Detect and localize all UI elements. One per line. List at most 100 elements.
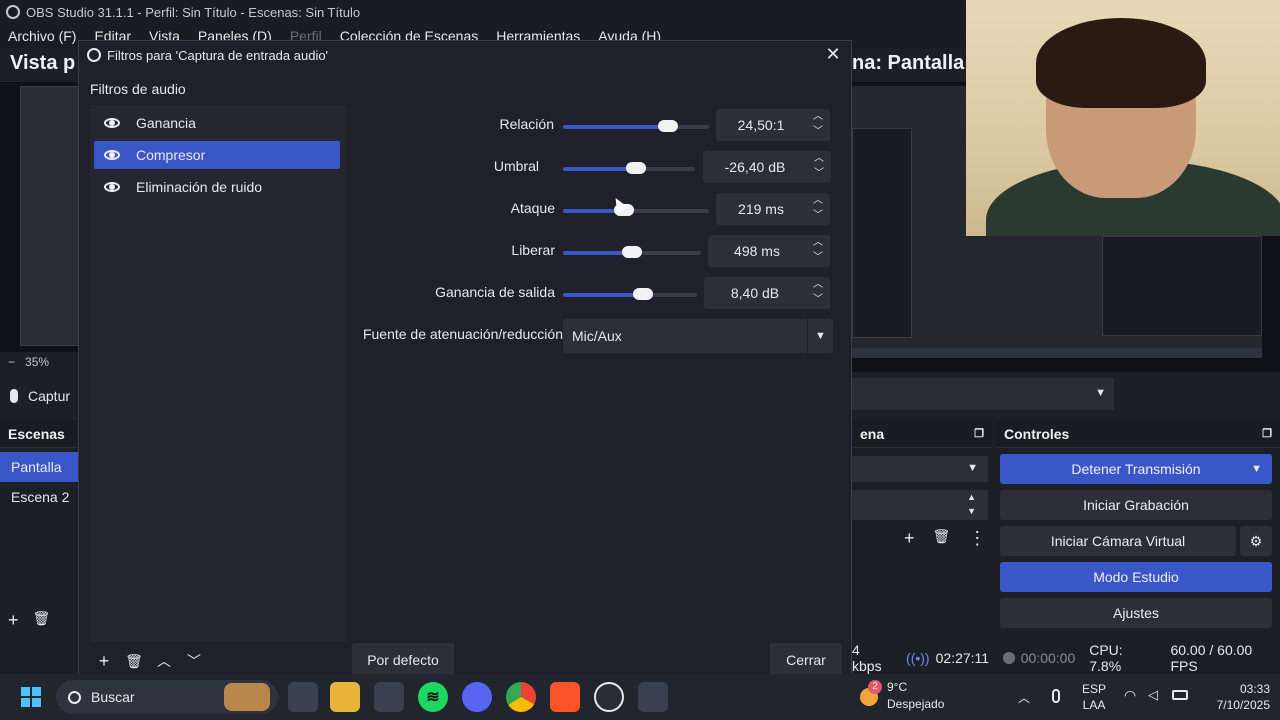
chevron-up-icon[interactable]: ︿ (811, 152, 827, 166)
status-bar: 4 kbps ((•)) 02:27:11 00:00:00 CPU: 7.8%… (852, 642, 1280, 674)
close-icon[interactable]: ✕ (823, 44, 843, 64)
umbral-slider[interactable] (563, 162, 695, 174)
stop-stream-button[interactable]: Detener Transmisión ▼ (1000, 454, 1272, 484)
eye-icon[interactable] (104, 118, 120, 128)
trash-icon[interactable]: 🗑 (933, 528, 951, 549)
scenes-header: Escenas (0, 420, 80, 448)
clock[interactable]: 03:33 7/10/2025 (1202, 682, 1270, 712)
audio-source-row[interactable]: Captur (0, 376, 80, 416)
chevron-down-icon[interactable]: ▼ (807, 319, 833, 353)
ataque-slider[interactable] (563, 204, 709, 216)
add-scene-icon[interactable]: + (8, 610, 19, 631)
chevron-up-icon[interactable]: ︿ (810, 236, 826, 250)
defaults-button[interactable]: Por defecto (352, 643, 454, 677)
record-time: 00:00:00 (1020, 650, 1076, 666)
weather-widget[interactable]: 2 9°C Despejado (860, 680, 960, 714)
scene-item-pantalla[interactable]: Pantalla (0, 452, 80, 482)
eye-icon[interactable] (104, 182, 120, 192)
chrome-icon[interactable] (506, 682, 536, 712)
property-relacion: Relación 24,50:1 ︿ ﹀ (347, 109, 851, 143)
property-ganancia-salida: Ganancia de salida 8,40 dB ︿ ﹀ (347, 277, 851, 311)
move-down-icon[interactable]: ﹀ (182, 649, 206, 673)
filter-item-compresor[interactable]: Compresor (94, 141, 340, 169)
taskbar-search[interactable]: Buscar (56, 680, 278, 714)
chevron-down-icon[interactable]: ﹀ (810, 125, 826, 139)
chevron-up-icon[interactable]: ︿ (810, 194, 826, 208)
volume-icon[interactable]: ◁ (1148, 687, 1158, 703)
battery-icon[interactable] (1172, 690, 1188, 700)
filter-item-ganancia[interactable]: Ganancia (94, 109, 340, 137)
discord-icon[interactable] (462, 682, 492, 712)
mixer-spin[interactable]: ▲ ▼ (852, 490, 988, 520)
source-selector[interactable]: ▼ (852, 378, 1114, 410)
sidechain-source-select[interactable]: Mic/Aux ▼ (563, 319, 833, 353)
bitrate: 4 kbps (852, 642, 882, 674)
zoom-out-button[interactable]: − (8, 355, 15, 369)
add-filter-icon[interactable]: + (92, 649, 116, 673)
property-label: Liberar (511, 242, 555, 258)
ataque-spinbox[interactable]: 219 ms ︿ ﹀ (716, 193, 830, 225)
slider-handle[interactable] (622, 246, 642, 258)
remove-filter-icon[interactable]: 🗑 (122, 649, 146, 673)
gear-icon[interactable]: ⚙ (1240, 526, 1272, 556)
settings-button[interactable]: Ajustes (1000, 598, 1272, 628)
mixer-select[interactable]: ▼ (852, 456, 988, 482)
microsoft-store-icon[interactable] (374, 682, 404, 712)
obs-taskbar-icon[interactable] (594, 682, 624, 712)
brave-icon[interactable] (550, 682, 580, 712)
eye-icon[interactable] (104, 150, 120, 160)
ganancia-salida-spinbox[interactable]: 8,40 dB ︿ ﹀ (704, 277, 830, 309)
slider-handle[interactable] (658, 120, 678, 132)
remove-scene-icon[interactable]: 🗑 (33, 610, 51, 631)
weather-desc: Despejado (887, 697, 945, 711)
studio-mode-button[interactable]: Modo Estudio (1000, 562, 1272, 592)
mixer-dock: ena ❐ ▼ ▲ ▼ + 🗑 ⋮ (852, 420, 992, 638)
mixer-header: ena ❐ (852, 420, 992, 448)
start-virtual-camera-button[interactable]: Iniciar Cámara Virtual (1000, 526, 1236, 556)
chevron-up-icon[interactable]: ︿ (810, 278, 826, 292)
filter-label: Compresor (136, 147, 206, 163)
language-indicator[interactable]: ESP LAA (1082, 682, 1106, 712)
chevron-up-icon[interactable]: ︿ (1018, 689, 1030, 706)
undock-icon[interactable]: ❐ (1262, 427, 1272, 440)
slider-handle[interactable] (626, 162, 646, 174)
mixer-header-label: ena (860, 425, 885, 442)
add-icon[interactable]: + (904, 528, 915, 549)
file-explorer-icon[interactable] (330, 682, 360, 712)
chevron-down-icon[interactable]: ﹀ (810, 251, 826, 265)
undock-icon[interactable]: ❐ (974, 427, 984, 440)
more-icon[interactable]: ⋮ (968, 528, 986, 549)
umbral-spinbox[interactable]: -26,40 dB ︿ ﹀ (703, 151, 831, 183)
start-recording-button[interactable]: Iniciar Grabación (1000, 490, 1272, 520)
task-view-icon[interactable] (288, 682, 318, 712)
select-value: Mic/Aux (572, 328, 622, 344)
microphone-icon[interactable] (1052, 689, 1060, 703)
menu-archivo[interactable]: Archivo (F) (8, 28, 76, 44)
chevron-up-icon[interactable]: ︿ (810, 110, 826, 124)
spotify-icon[interactable]: ≋ (418, 682, 448, 712)
scene-item-escena-2[interactable]: Escena 2 (0, 482, 80, 512)
clock-time: 03:33 (1239, 682, 1270, 696)
chevron-down-icon[interactable]: ﹀ (810, 293, 826, 307)
move-up-icon[interactable]: ︿ (152, 649, 176, 673)
liberar-slider[interactable] (563, 246, 701, 258)
chevron-down-icon[interactable]: ﹀ (811, 167, 827, 181)
slider-handle[interactable] (633, 288, 653, 300)
fps: 60.00 / 60.00 FPS (1170, 642, 1253, 674)
obs-window-title: OBS Studio 31.1.1 - Perfil: Sin Título -… (26, 4, 361, 20)
ganancia-salida-slider[interactable] (563, 288, 697, 300)
webcam-overlay (966, 0, 1280, 236)
windows-start-icon[interactable] (16, 682, 46, 712)
relacion-spinbox[interactable]: 24,50:1 ︿ ﹀ (716, 109, 830, 141)
chevron-down-icon[interactable]: ﹀ (810, 209, 826, 223)
relacion-slider[interactable] (563, 120, 709, 132)
app-icon[interactable] (638, 682, 668, 712)
property-liberar: Liberar 498 ms ︿ ﹀ (347, 235, 851, 269)
audio-source-name: Captur (28, 388, 71, 404)
filter-item-eliminacion-ruido[interactable]: Eliminación de ruido (94, 173, 340, 201)
liberar-spinbox[interactable]: 498 ms ︿ ﹀ (708, 235, 830, 267)
wifi-icon[interactable]: ◠ (1124, 687, 1136, 704)
chevron-down-icon[interactable]: ▼ (1251, 463, 1262, 475)
close-button[interactable]: Cerrar (770, 643, 842, 677)
language-code: ESP (1082, 682, 1107, 696)
